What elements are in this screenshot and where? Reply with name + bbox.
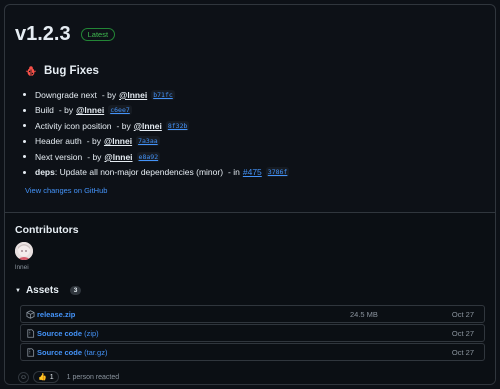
user-link[interactable]: @lnnei (119, 90, 147, 100)
bug-fixes-heading: Bug Fixes (25, 65, 99, 77)
asset-row[interactable]: Source code (tar.gz) Oct 27 (20, 343, 485, 361)
bullet (23, 93, 26, 97)
asset-link[interactable]: Source code (zip) (37, 329, 99, 338)
change-text: Next version (35, 151, 83, 162)
in-text: - in (228, 167, 240, 178)
commit-sha-link[interactable]: 7a3aa (136, 136, 160, 147)
avatar-image (15, 242, 33, 260)
reaction-summary: 1 person reacted (66, 373, 120, 381)
bullet (23, 124, 26, 128)
release-version[interactable]: v1.2.3 (15, 23, 71, 46)
asset-row[interactable]: release.zip 24.5 MB Oct 27 (20, 305, 485, 323)
reactions-bar: ☺ 👍 1 1 person reacted (18, 371, 119, 383)
asset-row[interactable]: Source code (zip) Oct 27 (20, 324, 485, 342)
pull-request-link[interactable]: #475 (243, 167, 262, 177)
by-text: - by (116, 120, 131, 131)
thumbs-up-reaction[interactable]: 👍 1 (33, 371, 59, 383)
commit-sha-link[interactable]: e8a92 (136, 151, 161, 162)
bullet (23, 155, 26, 159)
list-item: Activity icon position - by @lnnei 8f32b (23, 118, 289, 134)
thumbs-up-icon: 👍 (38, 374, 47, 381)
change-text: Activity icon position (35, 120, 112, 131)
bug-fixes-title: Bug Fixes (44, 65, 99, 77)
latest-badge: Latest (80, 27, 116, 42)
by-text: - by (101, 89, 117, 100)
by-text: - by (86, 136, 101, 147)
asset-link[interactable]: Source code (tar.gz) (37, 348, 107, 357)
view-changes-link[interactable]: View changes on GitHub (25, 186, 107, 195)
contributors-heading: Contributors (15, 224, 79, 236)
list-item: Downgrade next - by @lnnei b71fc (23, 87, 289, 103)
user-link[interactable]: @lnnei (104, 152, 132, 162)
assets-heading: Assets (25, 285, 59, 296)
contributor-name[interactable]: lnnei (15, 264, 29, 271)
release-header: v1.2.3 Latest (15, 23, 116, 46)
commit-sha-link[interactable]: 8f32b (165, 120, 190, 131)
bullet (23, 170, 26, 174)
deps-text: : Update all non-major dependencies (min… (54, 167, 224, 178)
change-text: Downgrade next (35, 89, 97, 100)
list-item: Next version - by @lnnei e8a92 (23, 149, 289, 165)
file-zip-icon (27, 347, 35, 357)
bullet (23, 108, 26, 112)
user-link[interactable]: @lnnei (104, 136, 132, 146)
by-text: - by (58, 105, 74, 116)
asset-link[interactable]: release.zip (37, 310, 75, 319)
user-link[interactable]: @lnnei (134, 121, 162, 131)
asset-size: 24.5 MB (350, 309, 378, 319)
bullet (23, 139, 26, 143)
file-zip-icon (27, 328, 35, 338)
reaction-count: 1 (49, 373, 54, 381)
package-icon (26, 309, 35, 319)
contributor-avatar[interactable] (15, 242, 33, 260)
smiley-icon[interactable]: ☺ (18, 371, 29, 383)
deps-label: deps (35, 167, 55, 178)
bug-icon (25, 66, 37, 76)
commit-sha-link[interactable]: c6ee7 (108, 105, 132, 116)
asset-date: Oct 27 (451, 328, 474, 338)
commit-sha-link[interactable]: 3786f (265, 167, 290, 178)
user-link[interactable]: @lnnei (76, 105, 104, 115)
assets-toggle[interactable]: ▼ Assets 3 (15, 285, 82, 296)
list-item: Build - by @lnnei c6ee7 (23, 103, 289, 119)
list-item: Header auth - by @lnnei 7a3aa (23, 134, 289, 150)
release-body: v1.2.3 Latest Bug Fixes Downgrade next -… (5, 5, 495, 212)
list-item: deps : Update all non-major dependencies… (23, 165, 290, 181)
assets-count-badge: 3 (69, 286, 82, 295)
asset-date: Oct 27 (451, 309, 474, 319)
triangle-down-icon: ▼ (15, 287, 21, 294)
by-text: - by (87, 151, 102, 162)
commit-sha-link[interactable]: b71fc (151, 89, 175, 100)
change-text: Build (35, 105, 54, 116)
change-list: Downgrade next - by @lnnei b71fc Build -… (23, 87, 290, 181)
change-text: Header auth (35, 136, 82, 147)
release-card: v1.2.3 Latest Bug Fixes Downgrade next -… (4, 4, 496, 385)
asset-date: Oct 27 (451, 347, 474, 357)
